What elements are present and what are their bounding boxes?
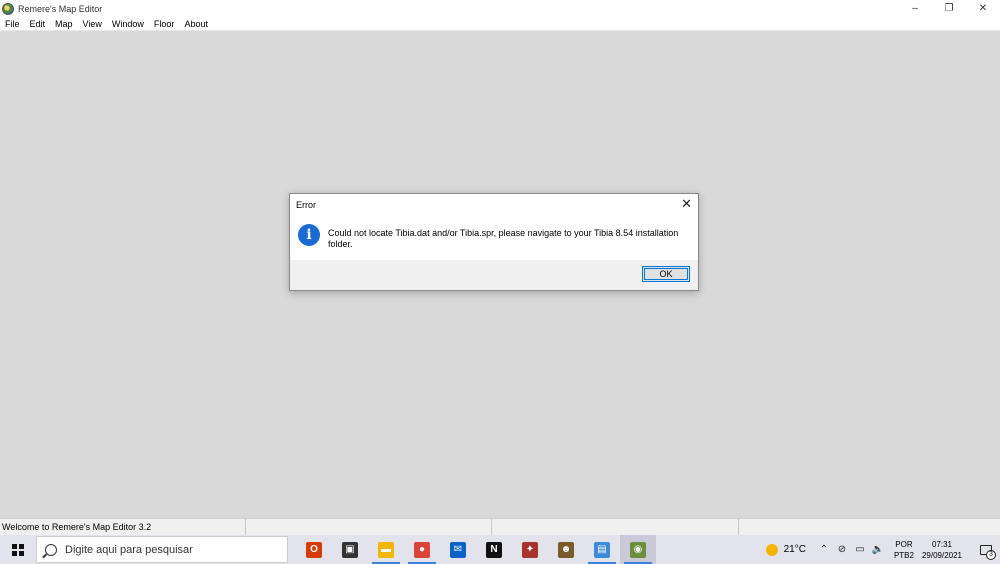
taskbar-app-tibia[interactable]: ☻ — [548, 535, 584, 564]
chrome-icon: ● — [414, 541, 430, 558]
taskbar-app-chrome[interactable]: ● — [404, 535, 440, 564]
settings-app-icon: ▤ — [594, 541, 610, 558]
minimize-button[interactable]: – — [898, 0, 932, 17]
lang-primary: POR — [895, 539, 913, 549]
status-cell-3 — [492, 519, 739, 536]
notification-count: 3 — [986, 550, 996, 560]
taskbar-app-store[interactable]: ▣ — [332, 535, 368, 564]
window-title: Remere's Map Editor — [18, 3, 103, 14]
dialog-close-button[interactable]: ✕ — [681, 197, 692, 211]
taskbar-app-office[interactable]: O — [296, 535, 332, 564]
mail-icon: ✉ — [450, 541, 466, 558]
taskbar-app-rme[interactable]: ◉ — [620, 535, 656, 564]
file-explorer-icon: ▬ — [378, 541, 394, 558]
menu-about[interactable]: About — [179, 17, 213, 31]
clock-date: 29/09/2021 — [921, 550, 962, 560]
clock-time: 07:31 — [931, 539, 952, 549]
dialog-message: Could not locate Tibia.dat and/or Tibia.… — [328, 228, 679, 249]
network-icon[interactable]: ▭ — [852, 544, 868, 555]
taskbar-search[interactable]: Digite aqui para pesquisar — [36, 536, 288, 563]
menu-bar: File Edit Map View Window Floor About — [0, 17, 1000, 31]
taskbar-app-settings-app[interactable]: ▤ — [584, 535, 620, 564]
language-indicator[interactable]: POR PTB2 — [894, 539, 914, 561]
chevron-up-icon[interactable]: ⌃ — [816, 544, 832, 555]
taskbar-app-file-explorer[interactable]: ▬ — [368, 535, 404, 564]
weather-icon[interactable] — [765, 543, 778, 556]
menu-view[interactable]: View — [78, 17, 107, 31]
start-button[interactable] — [0, 535, 36, 564]
antivirus-icon[interactable]: ⊘ — [834, 544, 850, 555]
window-controls: – ❐ ✕ — [898, 0, 1000, 17]
netflix-icon: N — [486, 541, 502, 558]
windows-logo-icon — [12, 543, 24, 556]
taskbar-app-mail[interactable]: ✉ — [440, 535, 476, 564]
status-cell-2 — [246, 519, 492, 536]
status-text: Welcome to Remere's Map Editor 3.2 — [0, 519, 246, 536]
volume-icon[interactable]: 🔈 — [870, 544, 886, 555]
clock[interactable]: 07:31 29/09/2021 — [922, 539, 962, 561]
menu-edit[interactable]: Edit — [25, 17, 51, 31]
info-icon: i — [298, 224, 320, 246]
lang-secondary: PTB2 — [893, 550, 914, 560]
close-window-button[interactable]: ✕ — [966, 0, 1000, 17]
title-bar: Remere's Map Editor – ❐ ✕ — [0, 0, 1000, 17]
rme-icon: ◉ — [630, 541, 646, 558]
app-icon — [2, 2, 14, 15]
office-icon: O — [306, 541, 322, 558]
taskbar-app-game[interactable]: ✦ — [512, 535, 548, 564]
weather-temp[interactable]: 21°C — [784, 544, 806, 555]
search-placeholder: Digite aqui para pesquisar — [65, 543, 193, 556]
error-dialog: Error ✕ i Could not locate Tibia.dat and… — [289, 193, 699, 291]
tibia-icon: ☻ — [558, 541, 574, 558]
menu-file[interactable]: File — [0, 17, 25, 31]
restore-button[interactable]: ❐ — [932, 0, 966, 17]
menu-floor[interactable]: Floor — [149, 17, 180, 31]
dialog-title: Error — [296, 200, 316, 210]
system-tray: 21°C ⌃ ⊘ ▭ 🔈 POR PTB2 07:31 29/09/2021 3 — [765, 535, 1000, 564]
menu-window[interactable]: Window — [107, 17, 149, 31]
dialog-footer: OK — [290, 260, 698, 290]
game-icon: ✦ — [522, 541, 538, 558]
status-bar: Welcome to Remere's Map Editor 3.2 — [0, 518, 1000, 536]
search-icon — [45, 543, 57, 556]
status-cell-4 — [739, 519, 1000, 536]
taskbar-apps: O ▣ ▬ ● ✉ N ✦ ☻ ▤ ◉ — [296, 535, 656, 564]
store-icon: ▣ — [342, 541, 358, 558]
menu-map[interactable]: Map — [50, 17, 78, 31]
taskbar: Digite aqui para pesquisar O ▣ ▬ ● ✉ N ✦ ☻ ▤ ◉ 21… — [0, 535, 1000, 564]
taskbar-app-netflix[interactable]: N — [476, 535, 512, 564]
notification-center-button[interactable]: 3 — [972, 535, 1000, 564]
ok-button[interactable]: OK — [642, 266, 690, 282]
